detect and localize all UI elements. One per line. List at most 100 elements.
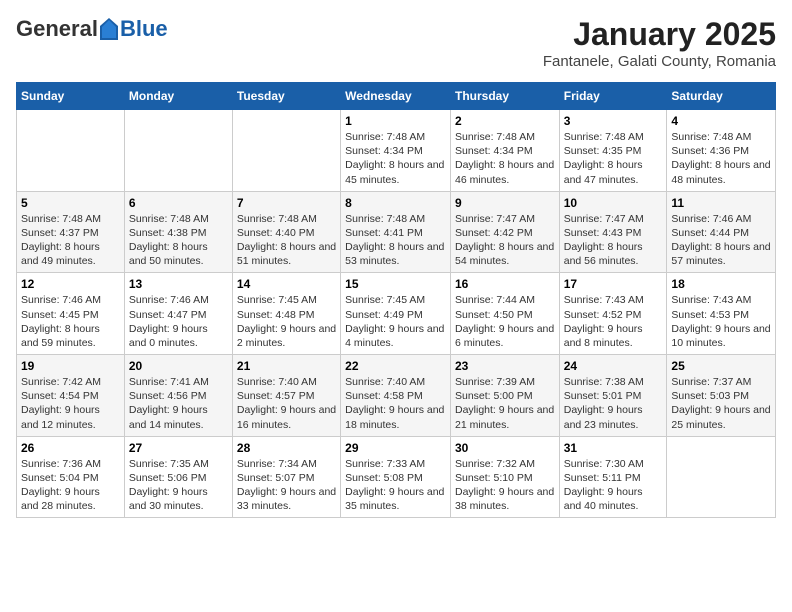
calendar-cell: 30 Sunrise: 7:32 AM Sunset: 5:10 PM Dayli… — [450, 436, 559, 518]
calendar-cell: 1 Sunrise: 7:48 AM Sunset: 4:34 PM Daylig… — [341, 110, 451, 192]
day-number: 11 — [671, 196, 771, 210]
day-number: 13 — [129, 277, 228, 291]
calendar-week-2: 5 Sunrise: 7:48 AM Sunset: 4:37 PM Daylig… — [17, 191, 776, 273]
calendar-header-row: SundayMondayTuesdayWednesdayThursdayFrid… — [17, 83, 776, 110]
calendar-body: 1 Sunrise: 7:48 AM Sunset: 4:34 PM Daylig… — [17, 110, 776, 518]
calendar-cell — [232, 110, 340, 192]
day-number: 20 — [129, 359, 228, 373]
day-info: Sunrise: 7:30 AM Sunset: 5:11 PM Dayligh… — [564, 457, 663, 514]
day-info: Sunrise: 7:48 AM Sunset: 4:38 PM Dayligh… — [129, 212, 228, 269]
day-header-friday: Friday — [559, 83, 667, 110]
day-info: Sunrise: 7:48 AM Sunset: 4:34 PM Dayligh… — [455, 130, 555, 187]
day-number: 8 — [345, 196, 446, 210]
day-info: Sunrise: 7:37 AM Sunset: 5:03 PM Dayligh… — [671, 375, 771, 432]
day-number: 10 — [564, 196, 663, 210]
day-number: 26 — [21, 441, 120, 455]
day-info: Sunrise: 7:48 AM Sunset: 4:37 PM Dayligh… — [21, 212, 120, 269]
day-info: Sunrise: 7:42 AM Sunset: 4:54 PM Dayligh… — [21, 375, 120, 432]
day-number: 5 — [21, 196, 120, 210]
calendar-cell: 29 Sunrise: 7:33 AM Sunset: 5:08 PM Dayli… — [341, 436, 451, 518]
page-subtitle: Fantanele, Galati County, Romania — [543, 53, 776, 70]
day-info: Sunrise: 7:40 AM Sunset: 4:58 PM Dayligh… — [345, 375, 446, 432]
calendar-cell: 31 Sunrise: 7:30 AM Sunset: 5:11 PM Dayli… — [559, 436, 667, 518]
logo: General Blue — [16, 16, 168, 42]
calendar-cell: 21 Sunrise: 7:40 AM Sunset: 4:57 PM Dayli… — [232, 355, 340, 437]
day-info: Sunrise: 7:39 AM Sunset: 5:00 PM Dayligh… — [455, 375, 555, 432]
day-info: Sunrise: 7:46 AM Sunset: 4:45 PM Dayligh… — [21, 293, 120, 350]
day-number: 15 — [345, 277, 446, 291]
day-info: Sunrise: 7:40 AM Sunset: 4:57 PM Dayligh… — [237, 375, 336, 432]
day-info: Sunrise: 7:44 AM Sunset: 4:50 PM Dayligh… — [455, 293, 555, 350]
calendar-week-3: 12 Sunrise: 7:46 AM Sunset: 4:45 PM Dayli… — [17, 273, 776, 355]
calendar-cell: 20Sunrise: 7:41 AM Sunset: 4:56 PM Dayli… — [124, 355, 232, 437]
calendar-cell: 24Sunrise: 7:38 AM Sunset: 5:01 PM Dayli… — [559, 355, 667, 437]
day-header-saturday: Saturday — [667, 83, 776, 110]
calendar-cell: 28Sunrise: 7:34 AM Sunset: 5:07 PM Dayli… — [232, 436, 340, 518]
day-info: Sunrise: 7:34 AM Sunset: 5:07 PM Dayligh… — [237, 457, 336, 514]
calendar-cell: 2Sunrise: 7:48 AM Sunset: 4:34 PM Daylig… — [450, 110, 559, 192]
day-number: 21 — [237, 359, 336, 373]
day-info: Sunrise: 7:48 AM Sunset: 4:40 PM Dayligh… — [237, 212, 336, 269]
day-info: Sunrise: 7:47 AM Sunset: 4:43 PM Dayligh… — [564, 212, 663, 269]
day-number: 16 — [455, 277, 555, 291]
day-number: 6 — [129, 196, 228, 210]
calendar-cell: 18 Sunrise: 7:43 AM Sunset: 4:53 PM Dayli… — [667, 273, 776, 355]
day-number: 22 — [345, 359, 446, 373]
calendar-cell: 3 Sunrise: 7:48 AM Sunset: 4:35 PM Daylig… — [559, 110, 667, 192]
calendar-cell: 23Sunrise: 7:39 AM Sunset: 5:00 PM Dayli… — [450, 355, 559, 437]
calendar-table: SundayMondayTuesdayWednesdayThursdayFrid… — [16, 82, 776, 518]
calendar-cell: 6 Sunrise: 7:48 AM Sunset: 4:38 PM Daylig… — [124, 191, 232, 273]
day-number: 14 — [237, 277, 336, 291]
day-header-tuesday: Tuesday — [232, 83, 340, 110]
calendar-cell: 19 Sunrise: 7:42 AM Sunset: 4:54 PM Dayli… — [17, 355, 125, 437]
day-header-monday: Monday — [124, 83, 232, 110]
day-number: 12 — [21, 277, 120, 291]
day-info: Sunrise: 7:46 AM Sunset: 4:44 PM Dayligh… — [671, 212, 771, 269]
day-info: Sunrise: 7:47 AM Sunset: 4:42 PM Dayligh… — [455, 212, 555, 269]
day-number: 4 — [671, 114, 771, 128]
calendar-cell — [667, 436, 776, 518]
day-number: 29 — [345, 441, 446, 455]
day-info: Sunrise: 7:48 AM Sunset: 4:41 PM Dayligh… — [345, 212, 446, 269]
calendar-cell: 27Sunrise: 7:35 AM Sunset: 5:06 PM Dayli… — [124, 436, 232, 518]
day-info: Sunrise: 7:33 AM Sunset: 5:08 PM Dayligh… — [345, 457, 446, 514]
day-info: Sunrise: 7:32 AM Sunset: 5:10 PM Dayligh… — [455, 457, 555, 514]
day-number: 30 — [455, 441, 555, 455]
calendar-week-1: 1 Sunrise: 7:48 AM Sunset: 4:34 PM Daylig… — [17, 110, 776, 192]
day-number: 18 — [671, 277, 771, 291]
calendar-cell: 26 Sunrise: 7:36 AM Sunset: 5:04 PM Dayli… — [17, 436, 125, 518]
title-block: January 2025 Fantanele, Galati County, R… — [543, 16, 776, 70]
day-number: 19 — [21, 359, 120, 373]
day-info: Sunrise: 7:48 AM Sunset: 4:35 PM Dayligh… — [564, 130, 663, 187]
day-header-wednesday: Wednesday — [341, 83, 451, 110]
calendar-cell: 8 Sunrise: 7:48 AM Sunset: 4:41 PM Daylig… — [341, 191, 451, 273]
page-title: January 2025 — [543, 16, 776, 53]
day-number: 3 — [564, 114, 663, 128]
day-info: Sunrise: 7:43 AM Sunset: 4:52 PM Dayligh… — [564, 293, 663, 350]
day-number: 1 — [345, 114, 446, 128]
day-number: 7 — [237, 196, 336, 210]
day-header-sunday: Sunday — [17, 83, 125, 110]
calendar-cell: 12 Sunrise: 7:46 AM Sunset: 4:45 PM Dayli… — [17, 273, 125, 355]
calendar-cell: 9Sunrise: 7:47 AM Sunset: 4:42 PM Daylig… — [450, 191, 559, 273]
day-number: 31 — [564, 441, 663, 455]
calendar-cell: 17 Sunrise: 7:43 AM Sunset: 4:52 PM Dayli… — [559, 273, 667, 355]
calendar-cell: 14Sunrise: 7:45 AM Sunset: 4:48 PM Dayli… — [232, 273, 340, 355]
day-info: Sunrise: 7:46 AM Sunset: 4:47 PM Dayligh… — [129, 293, 228, 350]
logo-icon — [100, 18, 118, 40]
day-info: Sunrise: 7:48 AM Sunset: 4:34 PM Dayligh… — [345, 130, 446, 187]
day-info: Sunrise: 7:43 AM Sunset: 4:53 PM Dayligh… — [671, 293, 771, 350]
calendar-week-4: 19 Sunrise: 7:42 AM Sunset: 4:54 PM Dayli… — [17, 355, 776, 437]
logo-general-text: General — [16, 16, 98, 42]
calendar-cell: 5 Sunrise: 7:48 AM Sunset: 4:37 PM Daylig… — [17, 191, 125, 273]
calendar-cell — [17, 110, 125, 192]
day-info: Sunrise: 7:36 AM Sunset: 5:04 PM Dayligh… — [21, 457, 120, 514]
day-number: 17 — [564, 277, 663, 291]
calendar-cell: 13 Sunrise: 7:46 AM Sunset: 4:47 PM Dayli… — [124, 273, 232, 355]
calendar-cell: 25Sunrise: 7:37 AM Sunset: 5:03 PM Dayli… — [667, 355, 776, 437]
day-info: Sunrise: 7:38 AM Sunset: 5:01 PM Dayligh… — [564, 375, 663, 432]
day-info: Sunrise: 7:48 AM Sunset: 4:36 PM Dayligh… — [671, 130, 771, 187]
page-header: General Blue January 2025 Fantanele, Gal… — [16, 16, 776, 70]
calendar-cell: 7 Sunrise: 7:48 AM Sunset: 4:40 PM Daylig… — [232, 191, 340, 273]
calendar-cell: 4 Sunrise: 7:48 AM Sunset: 4:36 PM Daylig… — [667, 110, 776, 192]
